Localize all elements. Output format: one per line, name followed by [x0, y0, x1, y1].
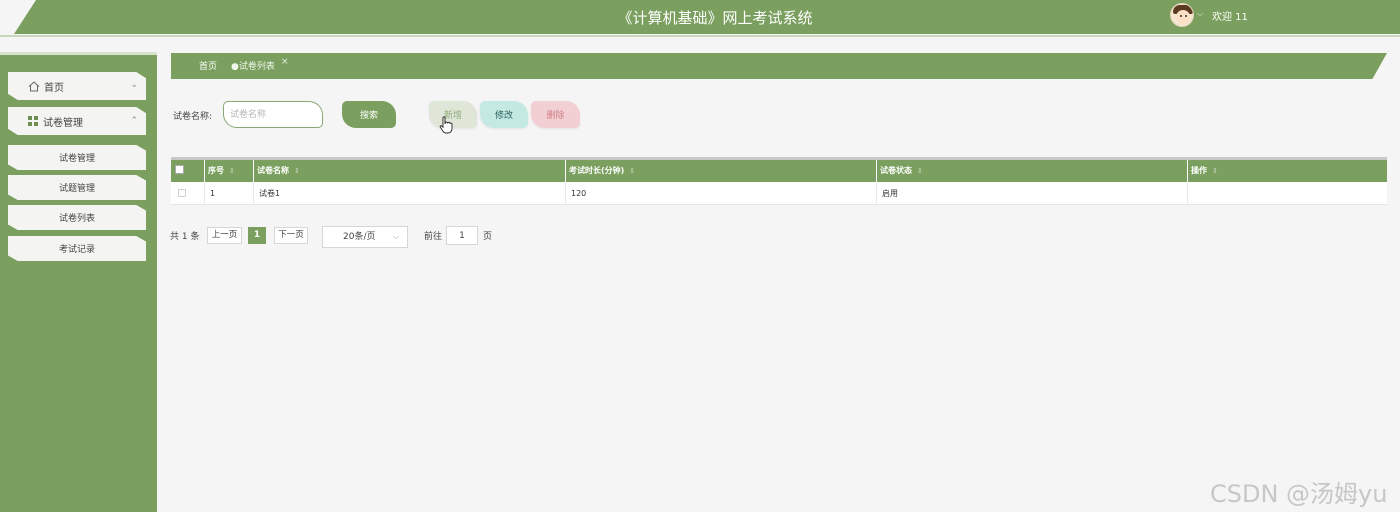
sidebar-item-label: 试卷管理 [43, 117, 83, 129]
sidebar-subitem-question-management[interactable]: 试题管理 [8, 175, 146, 200]
select-all-cell [171, 160, 205, 182]
goto-label: 前往 [424, 232, 443, 242]
tab-label: 试卷列表 [238, 62, 275, 72]
sidebar-subitem-label: 试题管理 [58, 184, 95, 194]
sort-icon: ⇕ [229, 167, 235, 175]
tab-home[interactable]: 首页 [199, 59, 217, 72]
column-header-actions[interactable]: 操作 ⇕ [1188, 160, 1387, 182]
chevron-down-icon: ⌄ [130, 80, 138, 90]
search-button[interactable]: 搜索 [342, 101, 396, 128]
cell-status: 启用 [877, 182, 1188, 205]
hand-cursor-icon [439, 116, 453, 134]
column-header-label: 序号 [208, 166, 224, 175]
sidebar-subitem-label: 试卷管理 [58, 154, 95, 164]
search-label: 试卷名称: [173, 112, 213, 122]
add-button[interactable]: 新增 [429, 101, 477, 128]
delete-button[interactable]: 删除 [531, 101, 580, 128]
page-suffix: 页 [483, 232, 493, 242]
sort-icon: ⇕ [629, 167, 636, 175]
welcome-text[interactable]: 欢迎 11 [1212, 8, 1248, 23]
pagination-total: 共 1 条 [170, 232, 200, 242]
column-header-duration[interactable]: 考试时长(分钟) ⇕ [566, 160, 877, 182]
page-size-select[interactable]: 20条/页 ⌵ [322, 226, 408, 248]
row-checkbox[interactable] [178, 189, 186, 197]
sidebar-subitem-exam-management[interactable]: 试卷管理 [8, 145, 146, 170]
select-all-checkbox[interactable] [175, 165, 184, 174]
search-input[interactable] [223, 101, 323, 128]
column-header-index[interactable]: 序号 ⇕ [205, 160, 254, 182]
header-divider [0, 35, 1400, 37]
cell-duration: 120 [566, 182, 877, 205]
tab-exam-list[interactable]: ●试卷列表 [231, 59, 275, 72]
sidebar-item-home[interactable]: 首页 ⌄ [8, 72, 146, 100]
table-row[interactable]: 1 试卷1 120 启用 [171, 182, 1387, 205]
sidebar-subitem-exam-records[interactable]: 考试记录 [8, 236, 146, 261]
cell-name: 试卷1 [254, 182, 566, 205]
avatar[interactable] [1170, 3, 1194, 27]
current-page[interactable]: 1 [248, 227, 266, 244]
sidebar-subitem-label: 试卷列表 [58, 214, 95, 224]
sidebar-item-label: 首页 [44, 82, 64, 94]
top-header: 《计算机基础》网上考试系统 ⌵ 欢迎 11 [0, 0, 1400, 38]
chevron-down-icon[interactable]: ⌵ [1197, 9, 1203, 19]
chevron-up-icon: ⌃ [130, 116, 138, 126]
edit-button[interactable]: 修改 [480, 101, 528, 128]
column-header-status[interactable]: 试卷状态 ⇕ [877, 160, 1188, 182]
grid-icon [28, 116, 38, 126]
goto-page-input[interactable] [446, 226, 478, 245]
column-header-label: 考试时长(分钟) [569, 166, 625, 175]
sidebar-item-exam-management[interactable]: 试卷管理 ⌃ [8, 107, 146, 135]
cell-index: 1 [205, 182, 254, 205]
cell-actions [1188, 182, 1387, 205]
row-select-cell [171, 182, 205, 205]
column-header-label: 操作 [1191, 166, 1207, 175]
column-header-label: 试卷状态 [880, 166, 912, 175]
sort-icon: ⇕ [294, 167, 300, 175]
watermark: CSDN @汤姆yu [1210, 480, 1388, 508]
close-icon[interactable]: × [281, 57, 289, 67]
prev-page-button[interactable]: 上一页 [207, 227, 242, 244]
sort-icon: ⇕ [917, 167, 923, 175]
sidebar-subitem-exam-list[interactable]: 试卷列表 [8, 205, 146, 230]
home-icon [28, 80, 40, 92]
chevron-down-icon: ⌵ [392, 232, 399, 241]
sidebar-divider [0, 52, 157, 55]
tab-bar [171, 53, 1387, 79]
column-header-name[interactable]: 试卷名称 ⇕ [254, 160, 566, 182]
sort-icon: ⇕ [1212, 167, 1218, 175]
column-header-label: 试卷名称 [257, 166, 289, 175]
table-header: 序号 ⇕ 试卷名称 ⇕ 考试时长(分钟) ⇕ 试卷状态 ⇕ 操作 ⇕ [171, 160, 1387, 182]
page-size-value: 20条/页 [343, 232, 376, 242]
next-page-button[interactable]: 下一页 [274, 227, 308, 244]
sidebar-subitem-label: 考试记录 [58, 245, 95, 255]
